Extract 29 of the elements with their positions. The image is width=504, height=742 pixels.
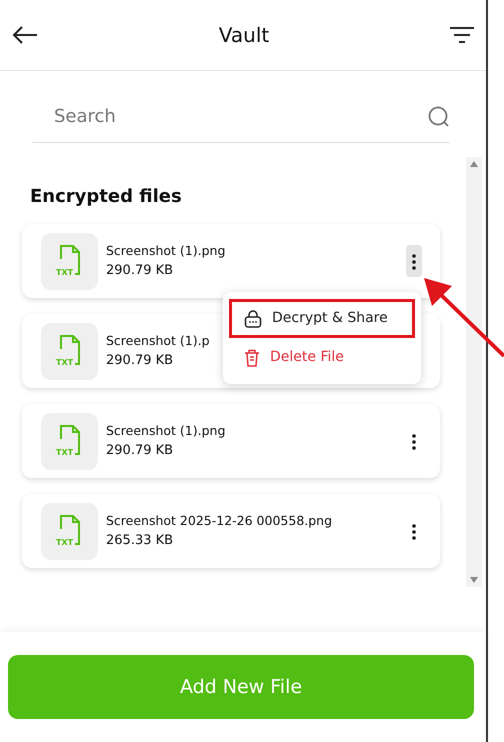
- search-icon[interactable]: [428, 106, 450, 128]
- scrollbar[interactable]: [466, 157, 482, 587]
- lock-icon: [244, 310, 262, 328]
- file-size: 290.79 KB: [106, 442, 174, 460]
- txt-file-icon: TXT: [41, 502, 98, 560]
- scroll-down-icon[interactable]: [470, 577, 478, 583]
- file-size: 265.33 KB: [106, 532, 174, 550]
- txt-file-icon: TXT: [41, 232, 98, 290]
- file-card[interactable]: TXT Screenshot 2025-12-26 000558.png 265.33 KB: [22, 494, 440, 568]
- file-card[interactable]: TXT Screenshot (1).png 290.79 KB: [22, 224, 440, 298]
- scroll-up-icon[interactable]: [470, 161, 478, 167]
- search-field[interactable]: Search: [52, 102, 428, 131]
- page-title: Vault: [218, 22, 270, 49]
- file-card[interactable]: TXT Screenshot (1).png 290.79 KB: [22, 404, 440, 478]
- menu-item[interactable]: Delete File: [229, 338, 415, 377]
- menu-item[interactable]: Decrypt & Share: [229, 299, 415, 338]
- file-size: 290.79 KB: [106, 262, 174, 280]
- file-size: 290.79 KB: [106, 352, 174, 370]
- file-name: Screenshot 2025-12-26 000558.png: [106, 512, 332, 530]
- back-arrow-icon[interactable]: [12, 25, 38, 45]
- txt-file-icon: TXT: [41, 322, 98, 380]
- file-name: Screenshot (1).png: [106, 242, 226, 260]
- file-name: Screenshot (1).p: [106, 332, 210, 350]
- section-title: Encrypted files: [30, 185, 183, 209]
- trash-icon: [244, 348, 260, 366]
- more-options-icon[interactable]: [406, 245, 422, 277]
- file-name: Screenshot (1).png: [106, 422, 226, 440]
- txt-file-icon: TXT: [41, 412, 98, 470]
- filter-icon[interactable]: [450, 27, 474, 43]
